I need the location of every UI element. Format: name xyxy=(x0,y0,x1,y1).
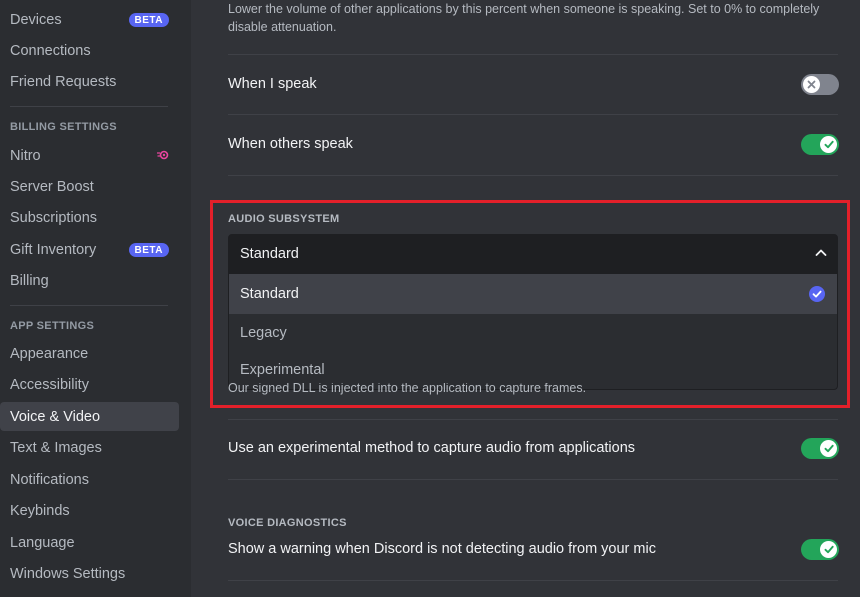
beta-badge: BETA xyxy=(128,243,169,257)
obscured-note-text: Our signed DLL is injected into the appl… xyxy=(228,383,587,395)
app-settings-header: APP SETTINGS xyxy=(10,320,95,332)
option-label: Legacy xyxy=(240,324,287,341)
divider xyxy=(228,580,838,581)
attenuation-description: Lower the volume of other applications b… xyxy=(228,2,820,34)
sidebar-item-label: Billing xyxy=(10,272,49,289)
experimental-capture-toggle[interactable] xyxy=(801,438,839,459)
experimental-capture-label: Use an experimental method to capture au… xyxy=(228,440,636,456)
divider xyxy=(228,419,838,420)
toggle-knob xyxy=(820,136,837,153)
check-icon xyxy=(824,140,834,149)
sidebar-item-label: Keybinds xyxy=(10,502,70,519)
divider xyxy=(228,54,838,55)
sidebar-item-label: Server Boost xyxy=(10,178,94,195)
sidebar-item-label: Devices xyxy=(10,11,62,28)
settings-sidebar: Devices BETA Connections Friend Requests… xyxy=(0,0,191,597)
sidebar-item-connections[interactable]: Connections xyxy=(0,36,179,65)
nitro-icon xyxy=(157,150,169,160)
option-label: Experimental xyxy=(240,361,325,378)
divider xyxy=(228,114,838,115)
sidebar-separator xyxy=(10,305,168,306)
toggle-knob xyxy=(820,440,837,457)
sidebar-item-keybinds[interactable]: Keybinds xyxy=(0,496,179,525)
selected-check-icon xyxy=(809,286,825,302)
voice-diagnostics-label: Show a warning when Discord is not detec… xyxy=(228,541,656,557)
sidebar-item-label: Notifications xyxy=(10,471,89,488)
toggle-knob xyxy=(820,541,837,558)
check-icon xyxy=(824,545,834,554)
sidebar-item-gift-inventory[interactable]: Gift Inventory BETA xyxy=(0,235,179,264)
sidebar-item-label: Text & Images xyxy=(10,439,102,456)
sidebar-item-label: Subscriptions xyxy=(10,209,98,226)
sidebar-item-label: Appearance xyxy=(10,345,89,362)
divider xyxy=(228,175,838,176)
option-standard[interactable]: Standard xyxy=(229,274,837,314)
sidebar-item-label: Language xyxy=(10,534,75,551)
sidebar-item-label: Voice & Video xyxy=(10,408,101,425)
sidebar-item-appearance[interactable]: Appearance xyxy=(0,339,179,368)
sidebar-item-label: Gift Inventory xyxy=(10,241,97,258)
check-icon xyxy=(824,444,834,453)
when-others-speak-toggle[interactable] xyxy=(801,134,839,155)
sidebar-item-text-images[interactable]: Text & Images xyxy=(0,433,179,462)
when-i-speak-label: When I speak xyxy=(228,76,317,92)
option-label: Standard xyxy=(240,286,299,302)
voice-diagnostics-toggle[interactable] xyxy=(801,539,839,560)
chevron-up-icon xyxy=(815,249,827,256)
beta-badge: BETA xyxy=(128,13,169,27)
sidebar-item-label: Accessibility xyxy=(10,376,89,393)
voice-video-settings: Lower the volume of other applications b… xyxy=(191,0,860,597)
sidebar-item-subscriptions[interactable]: Subscriptions xyxy=(0,203,179,232)
x-icon xyxy=(807,80,816,89)
sidebar-item-nitro[interactable]: Nitro xyxy=(0,141,179,170)
sidebar-item-devices[interactable]: Devices BETA xyxy=(0,5,179,34)
sidebar-separator xyxy=(10,106,168,107)
sidebar-item-voice-video[interactable]: Voice & Video xyxy=(0,402,179,431)
audio-subsystem-header: AUDIO SUBSYSTEM xyxy=(228,213,340,225)
audio-subsystem-dropdown: Standard Legacy Experimental xyxy=(228,274,838,390)
when-i-speak-toggle[interactable] xyxy=(801,74,839,95)
sidebar-item-server-boost[interactable]: Server Boost xyxy=(0,172,179,201)
sidebar-item-accessibility[interactable]: Accessibility xyxy=(0,370,179,399)
sidebar-item-label: Friend Requests xyxy=(10,73,117,90)
sidebar-item-label: Nitro xyxy=(10,147,41,164)
audio-subsystem-select[interactable]: Standard xyxy=(228,234,838,274)
billing-settings-header: BILLING SETTINGS xyxy=(10,121,117,133)
sidebar-item-label: Connections xyxy=(10,42,91,59)
when-others-speak-label: When others speak xyxy=(228,136,353,152)
voice-diagnostics-header: VOICE DIAGNOSTICS xyxy=(228,517,347,529)
divider xyxy=(228,479,838,480)
sidebar-item-notifications[interactable]: Notifications xyxy=(0,465,179,494)
sidebar-item-windows-settings[interactable]: Windows Settings xyxy=(0,559,179,588)
obscured-note: Our signed DLL is injected into the appl… xyxy=(228,383,586,397)
sidebar-item-billing[interactable]: Billing xyxy=(0,266,179,295)
toggle-knob xyxy=(803,76,820,93)
sidebar-item-language[interactable]: Language xyxy=(0,528,179,557)
sidebar-item-friend-requests[interactable]: Friend Requests xyxy=(0,67,179,96)
option-legacy[interactable]: Legacy xyxy=(229,314,837,351)
sidebar-item-label: Windows Settings xyxy=(10,565,126,582)
select-value: Standard xyxy=(240,246,299,262)
